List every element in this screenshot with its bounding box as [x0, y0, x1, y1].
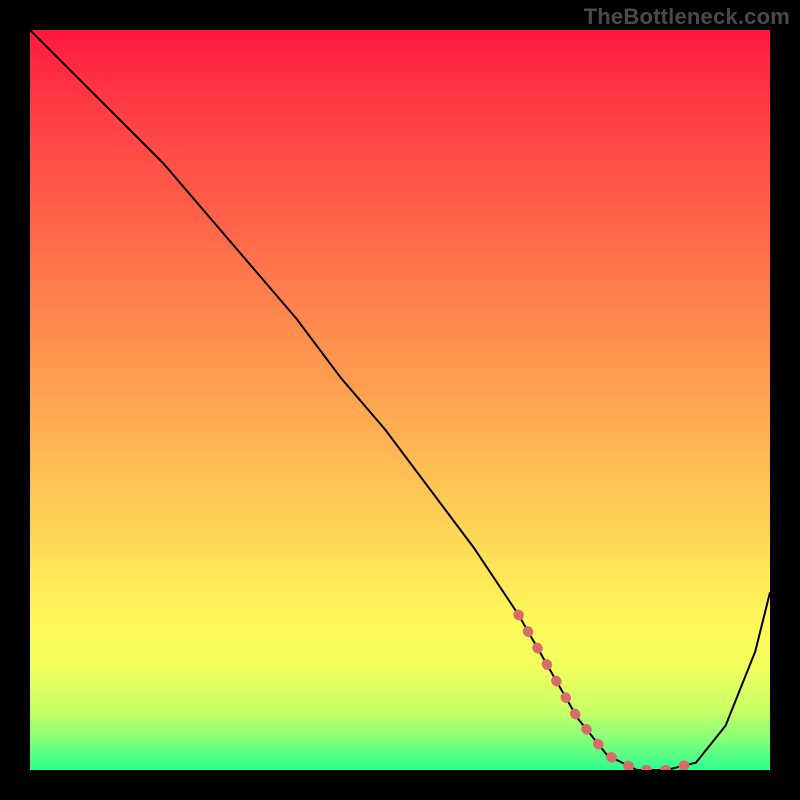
- watermark-text: TheBottleneck.com: [584, 4, 790, 30]
- chart-svg: [30, 30, 770, 770]
- chart-frame: TheBottleneck.com: [0, 0, 800, 800]
- optimal-segment-path: [518, 615, 696, 770]
- bottleneck-curve-path: [30, 30, 770, 770]
- plot-area: [30, 30, 770, 770]
